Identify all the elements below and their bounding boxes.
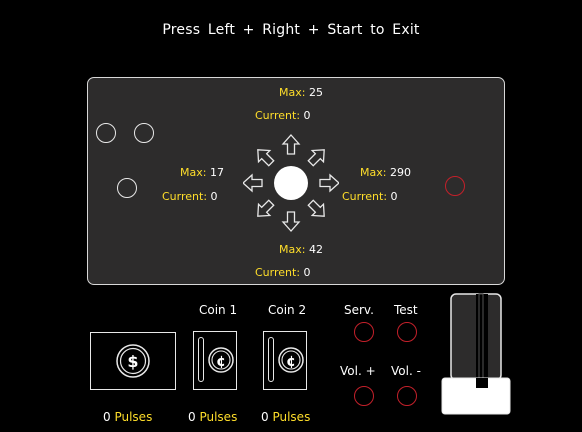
svg-text:$: $ [127, 352, 138, 371]
arrow-up-left-icon [251, 143, 278, 170]
arrow-down-right-icon [304, 196, 331, 223]
coin1-label: Coin 1 [199, 303, 238, 317]
serv-label: Serv. [344, 303, 374, 317]
coin2-label: Coin 2 [268, 303, 307, 317]
down-max: Max: 42 [279, 243, 323, 256]
left-current: Current: 0 [162, 190, 218, 203]
exit-hint: Press Left + Right + Start to Exit [162, 22, 420, 38]
button-indicator-3 [117, 178, 137, 198]
svg-text:¢: ¢ [286, 354, 296, 370]
arrow-down-icon [282, 211, 300, 232]
arrow-left-icon [243, 174, 263, 192]
slider-icon [441, 293, 511, 415]
cent-icon: ¢ [278, 347, 304, 373]
coin1-pulses: 0 Pulses [188, 410, 238, 424]
button-indicator-1 [96, 123, 116, 143]
cent-icon: ¢ [208, 347, 234, 373]
button-indicator-2 [134, 123, 154, 143]
test-indicator [397, 322, 417, 342]
right-current: Current: 0 [342, 190, 398, 203]
arrow-right-icon [319, 174, 339, 192]
joystick-ball-icon [274, 166, 308, 200]
serv-indicator [354, 322, 374, 342]
bill-pulses: 0 Pulses [103, 410, 153, 424]
joystick-graphic [243, 134, 339, 232]
right-max: Max: 290 [360, 166, 411, 179]
arrow-up-right-icon [304, 143, 331, 170]
vol-up-label: Vol. + [340, 364, 376, 378]
coin2-pulses: 0 Pulses [261, 410, 311, 424]
svg-text:¢: ¢ [216, 354, 226, 370]
left-max: Max: 17 [180, 166, 224, 179]
button-indicator-4 [445, 176, 465, 196]
vol-up-indicator [354, 386, 374, 406]
vol-down-label: Vol. - [391, 364, 421, 378]
coin1-slot-bar [198, 337, 204, 382]
up-max: Max: 25 [279, 86, 323, 99]
dollar-icon: $ [116, 344, 150, 378]
coin2-slot-bar [268, 337, 274, 382]
arrow-up-icon [282, 134, 300, 155]
test-label: Test [394, 303, 418, 317]
down-current: Current: 0 [255, 266, 311, 279]
vol-down-indicator [397, 386, 417, 406]
arrow-down-left-icon [251, 196, 278, 223]
up-current: Current: 0 [255, 109, 311, 122]
